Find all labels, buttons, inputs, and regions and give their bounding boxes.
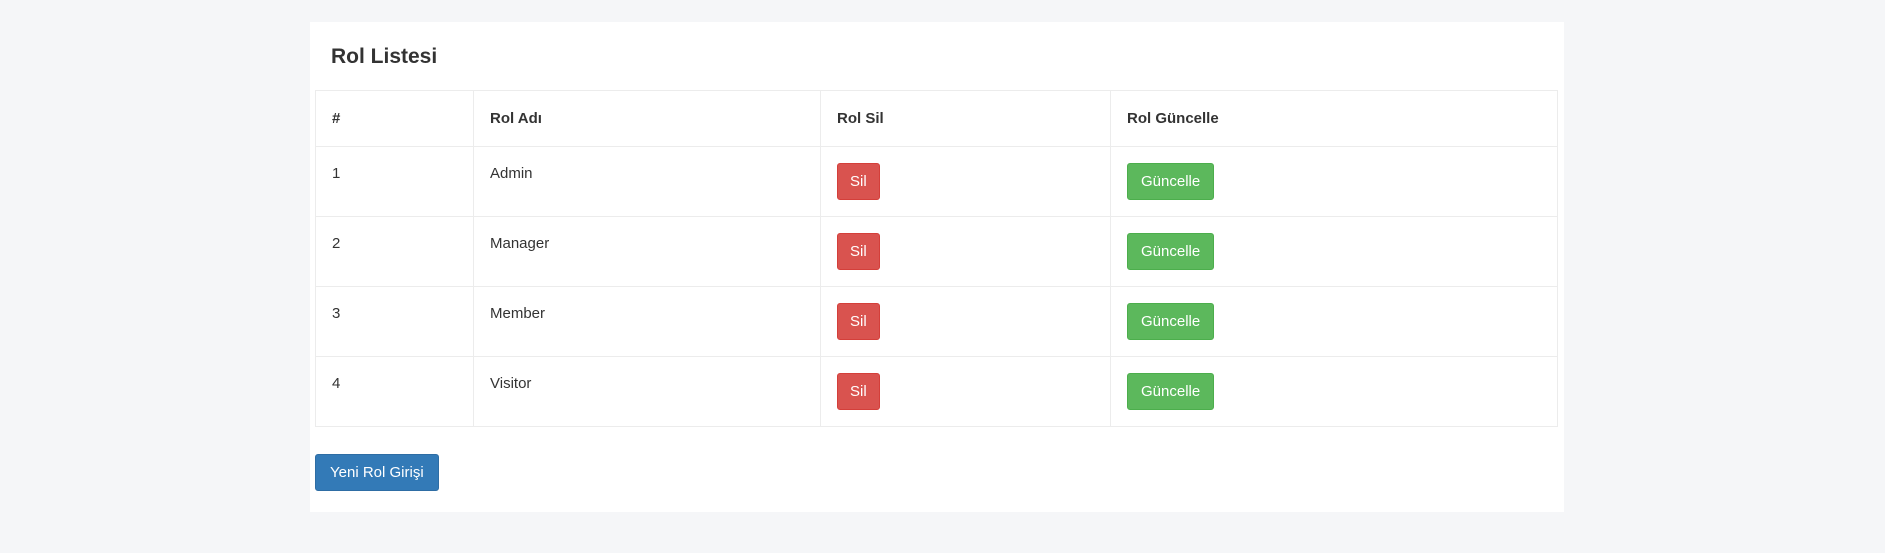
row-index-cell: 1 xyxy=(315,146,474,217)
new-role-button[interactable]: Yeni Rol Girişi xyxy=(315,454,439,491)
column-header-index: # xyxy=(315,90,474,147)
role-name-cell: Member xyxy=(473,286,821,357)
column-header-delete: Rol Sil xyxy=(820,90,1111,147)
delete-role-button[interactable]: Sil xyxy=(837,163,880,200)
role-name-cell: Admin xyxy=(473,146,821,217)
role-name: Admin xyxy=(490,165,533,182)
delete-cell: Sil xyxy=(820,286,1111,357)
update-cell: Güncelle xyxy=(1110,146,1558,217)
row-index: 4 xyxy=(332,375,341,392)
table-row: 1 Admin Sil Güncelle xyxy=(315,146,1558,217)
column-header-role-name: Rol Adı xyxy=(473,90,821,147)
update-role-button[interactable]: Güncelle xyxy=(1127,373,1215,410)
row-index: 3 xyxy=(332,305,341,322)
role-list-panel: Rol Listesi # Rol Adı Rol Sil Rol Güncel… xyxy=(310,22,1564,512)
role-name-cell: Manager xyxy=(473,216,821,287)
update-role-button[interactable]: Güncelle xyxy=(1127,163,1215,200)
row-index-cell: 2 xyxy=(315,216,474,287)
delete-cell: Sil xyxy=(820,356,1111,427)
role-name: Visitor xyxy=(490,375,532,392)
role-name: Member xyxy=(490,305,546,322)
roles-table: # Rol Adı Rol Sil Rol Güncelle 1 Admin S… xyxy=(315,90,1558,427)
page-title: Rol Listesi xyxy=(331,45,438,68)
update-cell: Güncelle xyxy=(1110,286,1558,357)
row-index-cell: 4 xyxy=(315,356,474,427)
update-role-button[interactable]: Güncelle xyxy=(1127,233,1215,270)
row-index: 1 xyxy=(332,165,341,182)
delete-cell: Sil xyxy=(820,216,1111,287)
role-name: Manager xyxy=(490,235,550,252)
delete-role-button[interactable]: Sil xyxy=(837,233,880,270)
row-index: 2 xyxy=(332,235,341,252)
delete-cell: Sil xyxy=(820,146,1111,217)
update-cell: Güncelle xyxy=(1110,356,1558,427)
table-row: 4 Visitor Sil Güncelle xyxy=(315,356,1558,427)
table-row: 3 Member Sil Güncelle xyxy=(315,286,1558,357)
table-row: 2 Manager Sil Güncelle xyxy=(315,216,1558,287)
delete-role-button[interactable]: Sil xyxy=(837,303,880,340)
role-name-cell: Visitor xyxy=(473,356,821,427)
row-index-cell: 3 xyxy=(315,286,474,357)
update-role-button[interactable]: Güncelle xyxy=(1127,303,1215,340)
table-header-row: # Rol Adı Rol Sil Rol Güncelle xyxy=(315,90,1558,147)
column-header-update: Rol Güncelle xyxy=(1110,90,1558,147)
delete-role-button[interactable]: Sil xyxy=(837,373,880,410)
update-cell: Güncelle xyxy=(1110,216,1558,287)
